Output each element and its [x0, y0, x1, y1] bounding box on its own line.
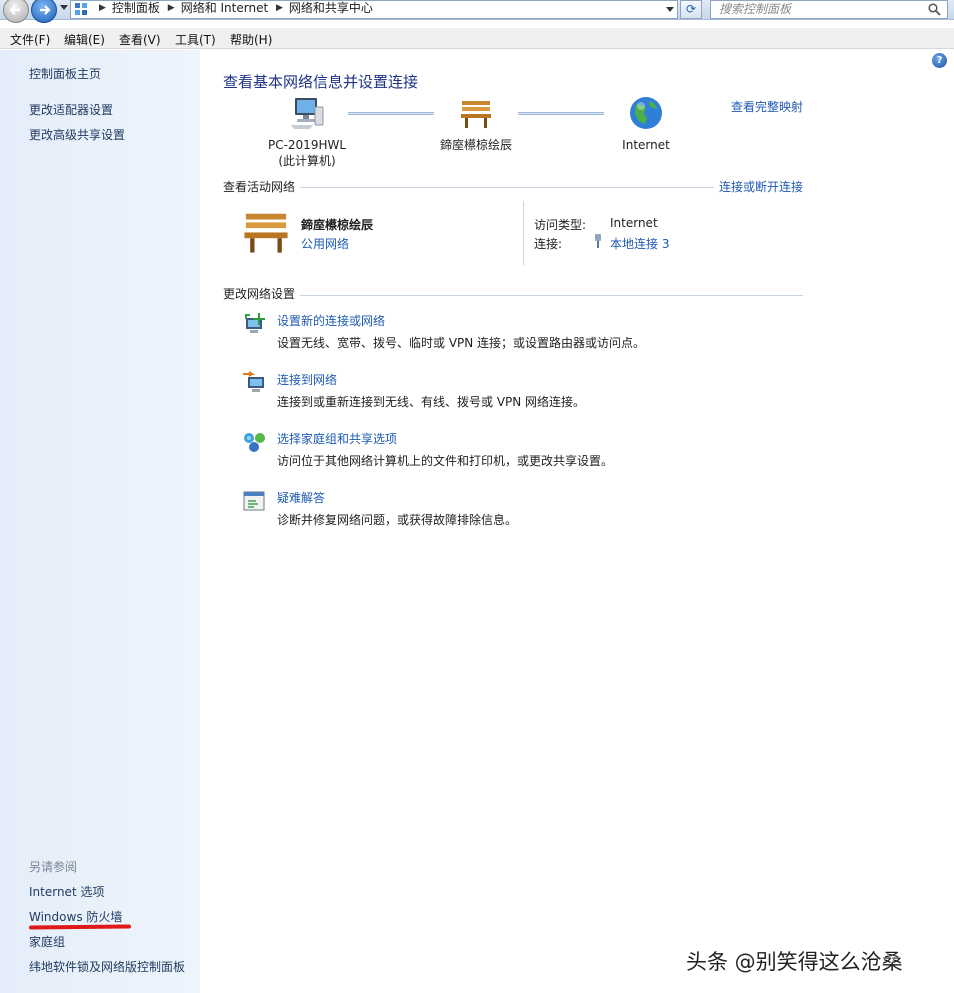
troubleshoot-desc: 诊断并修复网络问题，或获得故障排除信息。	[277, 513, 518, 527]
sidebar-change-adapter-settings[interactable]: 更改适配器设置	[29, 101, 113, 118]
menu-view[interactable]: 查看(V)	[119, 31, 161, 48]
see-also-homegroup[interactable]: 家庭组	[29, 933, 65, 950]
search-box	[710, 0, 948, 19]
connect-disconnect-link[interactable]: 连接或断开连接	[719, 178, 803, 195]
node-label: 鍗庢櫒椋绘辰	[439, 138, 512, 152]
park-bench-icon	[461, 101, 491, 128]
page-title: 查看基本网络信息并设置连接	[223, 73, 419, 91]
connection-line	[518, 112, 604, 115]
globe-icon	[630, 97, 662, 129]
troubleshoot-link[interactable]: 疑难解答	[277, 489, 325, 506]
menu-file[interactable]: 文件(F)	[10, 31, 50, 48]
search-input[interactable]	[719, 1, 919, 17]
park-bench-icon	[244, 213, 288, 253]
address-toolbar: ▶ 控制面板 ▶ 网络和 Internet ▶ 网络和共享中心 ⟳	[0, 0, 954, 23]
sidebar-advanced-sharing-settings[interactable]: 更改高级共享设置	[29, 126, 125, 143]
network-center-icon	[75, 3, 87, 15]
see-also-internet-options[interactable]: Internet 选项	[29, 883, 104, 900]
homegroup-sharing-link[interactable]: 选择家庭组和共享选项	[277, 430, 397, 447]
breadcrumb: ▶ 控制面板 ▶ 网络和 Internet ▶ 网络和共享中心	[95, 1, 373, 19]
change-settings-heading: 更改网络设置	[223, 287, 296, 301]
main-content: ? 查看基本网络信息并设置连接 查看完整映射 PC-2019HWL (此计算机)…	[200, 50, 954, 993]
section-divider	[300, 295, 803, 296]
see-also-windows-firewall[interactable]: Windows 防火墙	[29, 908, 122, 925]
setup-connection-link[interactable]: 设置新的连接或网络	[277, 312, 385, 329]
help-button[interactable]: ?	[932, 53, 947, 68]
node-label: Internet	[622, 138, 670, 152]
address-box[interactable]: ▶ 控制面板 ▶ 网络和 Internet ▶ 网络和共享中心	[70, 0, 678, 19]
connect-network-icon	[243, 371, 264, 392]
active-networks-heading: 查看活动网络	[223, 180, 296, 194]
breadcrumb-separator-icon: ▶	[167, 3, 175, 13]
sidebar-control-panel-home[interactable]: 控制面板主页	[29, 65, 101, 82]
connect-network-link[interactable]: 连接到网络	[277, 371, 337, 388]
back-arrow-icon	[9, 5, 20, 15]
connect-network-desc: 连接到或重新连接到无线、有线、拨号或 VPN 网络连接。	[277, 395, 586, 409]
search-icon[interactable]	[928, 3, 941, 16]
setup-connection-desc: 设置无线、宽带、拨号、临时或 VPN 连接；或设置路由器或访问点。	[277, 336, 646, 350]
see-also-heading: 另请参阅	[29, 860, 78, 874]
vertical-divider	[523, 201, 524, 265]
view-full-map-link[interactable]: 查看完整映射	[731, 98, 803, 115]
see-also-weidi-license-panel[interactable]: 纬地软件锁及网络版控制面板	[29, 958, 185, 975]
breadcrumb-separator-icon: ▶	[99, 3, 106, 13]
forward-arrow-icon	[40, 5, 51, 15]
refresh-button[interactable]: ⟳	[680, 0, 702, 19]
sidebar: 控制面板主页 更改适配器设置 更改高级共享设置 另请参阅 Internet 选项…	[0, 50, 200, 993]
breadcrumb-network-sharing[interactable]: 网络和共享中心	[289, 1, 373, 15]
node-sublabel: (此计算机)	[278, 154, 336, 168]
homegroup-icon	[244, 433, 265, 452]
node-this-computer[interactable]: PC-2019HWL (此计算机)	[257, 95, 357, 169]
menu-tools[interactable]: 工具(T)	[175, 31, 216, 48]
connection-line	[348, 112, 434, 115]
ethernet-plug-icon	[595, 234, 601, 248]
section-divider	[300, 187, 714, 188]
back-button[interactable]	[3, 0, 29, 23]
computer-icon	[291, 98, 324, 129]
active-network-name: 鍗庢櫒椋绘辰	[301, 218, 374, 232]
help-icon: ?	[936, 55, 943, 66]
refresh-icon: ⟳	[685, 2, 697, 16]
troubleshoot-icon	[243, 491, 265, 511]
node-local-network[interactable]: 鍗庢櫒椋绘辰	[426, 95, 526, 153]
network-setup-icon	[244, 313, 265, 333]
history-dropdown-icon[interactable]	[60, 5, 68, 10]
breadcrumb-control-panel[interactable]: 控制面板	[112, 1, 160, 15]
local-connection-link[interactable]: 本地连接 3	[610, 235, 669, 252]
node-internet[interactable]: Internet	[596, 95, 696, 153]
menu-bar: 文件(F) 编辑(E) 查看(V) 工具(T) 帮助(H)	[0, 28, 954, 49]
forward-button[interactable]	[31, 0, 57, 23]
homegroup-sharing-desc: 访问位于其他网络计算机上的文件和打印机，或更改共享设置。	[277, 454, 614, 468]
breadcrumb-network-internet[interactable]: 网络和 Internet	[181, 1, 268, 15]
breadcrumb-separator-icon: ▶	[275, 3, 283, 13]
node-label: PC-2019HWL	[267, 138, 347, 152]
access-type-value: Internet	[610, 216, 658, 230]
watermark-text: 头条 @别笑得这么沧桑	[686, 950, 903, 974]
menu-edit[interactable]: 编辑(E)	[64, 31, 105, 48]
menu-help[interactable]: 帮助(H)	[230, 31, 272, 48]
network-type-link[interactable]: 公用网络	[301, 235, 349, 252]
access-type-label: 访问类型:	[534, 218, 587, 232]
connections-label: 连接:	[534, 237, 563, 251]
address-dropdown-icon[interactable]	[666, 7, 674, 12]
